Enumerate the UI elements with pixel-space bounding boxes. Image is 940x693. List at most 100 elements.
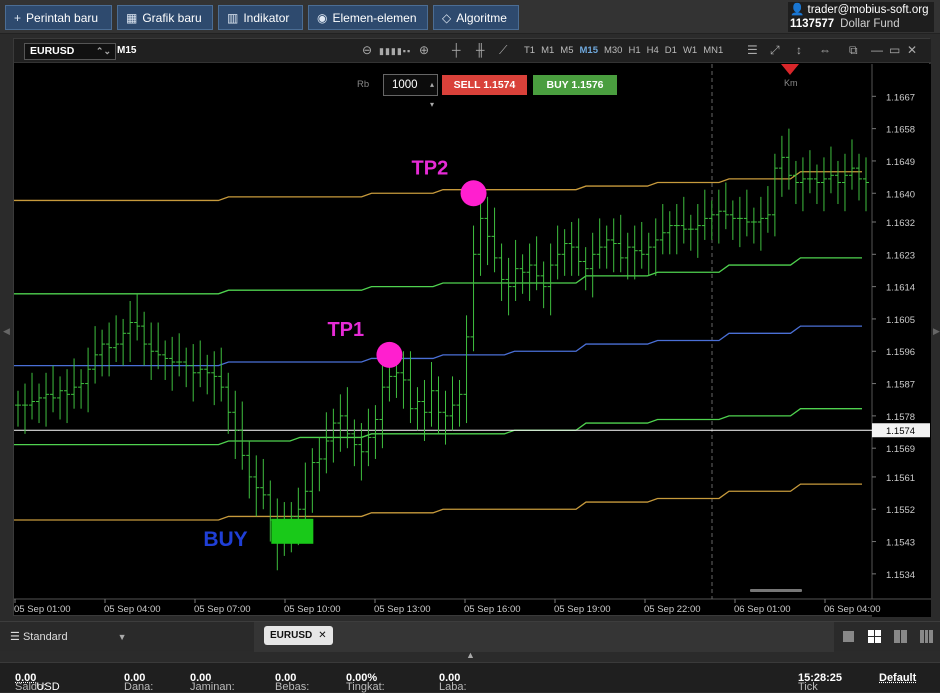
spinner-icon[interactable]: ▴ ▾ [430,75,434,115]
price-bar [148,323,154,380]
price-bar [141,312,147,366]
price-bar [197,340,203,387]
price-bar [50,366,56,413]
candle-chart-icon[interactable]: ╫ [476,43,485,57]
restore-icon[interactable]: ▭ [889,43,900,57]
account-info[interactable]: 👤 trader@mobius-soft.org 1137577 Dollar F… [788,2,934,32]
price-bar [744,190,750,237]
indicator-button[interactable]: ▥ Indikator [218,5,303,30]
new-order-button[interactable]: + Perintah baru [5,5,112,30]
price-bar [43,373,49,427]
price-bar [372,405,378,459]
close-tab-icon[interactable]: ✕ [318,630,326,641]
x-tick-label: 05 Sep 10:00 [284,604,341,615]
price-bar [800,157,806,211]
y-tick-label: 1.1561 [886,473,915,484]
symbol-select[interactable]: EURUSD ⌃⌄ [24,43,116,60]
close-icon[interactable]: ✕ [907,43,917,57]
price-bar [527,244,533,301]
chart-toolbar: EURUSD ⌃⌄ M15 ⊖ ▮▮▮▮▪▪ ⊕ ┼ ╫ ⟋ T1 M1 M5 M15 M… [14,39,931,63]
price-bar [583,247,589,290]
layout-columns-icon[interactable] [894,630,907,643]
zoom-in-icon[interactable]: ⊕ [419,43,429,57]
new-chart-button[interactable]: ▦ Grafik baru [117,5,213,30]
price-bar [513,240,519,301]
layout-grid-icon[interactable] [868,630,881,643]
indicator-icon: ▥ [227,11,238,25]
right-collapse-arrow[interactable]: ▶ [933,326,940,337]
price-bar [414,387,420,430]
price-bar [555,226,561,280]
timeframe-m5[interactable]: M5 [560,45,573,56]
zoom-out-icon[interactable]: ⊖ [362,43,372,57]
y-tick-label: 1.1640 [886,189,915,200]
price-chart[interactable]: 1.1667 1.1658 1.1649 1.1640 1.1632 1.1623 1.16… [14,64,931,617]
buy-button[interactable]: BUY 1.1576 [533,75,617,95]
price-bar [478,204,484,276]
price-bar [611,218,617,272]
tingkat-label: Tingkat: [346,681,385,693]
layout-select[interactable]: ☰ Standard ▼ [10,630,127,643]
horizontal-line-icon[interactable]: ⇔ [819,43,831,57]
tp2-annotation: TP2 [412,157,449,179]
price-bar [218,348,224,402]
price-bar [828,147,834,194]
bar-chart-icon[interactable]: ┼ [452,43,461,57]
zoom-slider[interactable]: ▮▮▮▮▪▪ [379,46,411,57]
dana-label: Dana: [124,681,153,693]
y-tick-label: 1.1587 [886,380,915,391]
algorithm-button[interactable]: ◇ Algoritme [433,5,519,30]
vertical-line-icon[interactable]: ↕ [796,43,802,57]
price-bar [379,366,385,449]
layout-rows-icon[interactable] [920,630,933,643]
timeframe-h1[interactable]: H1 [628,45,640,56]
y-tick-label: 1.1569 [886,444,915,455]
price-bar [435,376,441,433]
sell-button[interactable]: SELL 1.1574 [442,75,527,95]
timeframe-h4[interactable]: H4 [647,45,659,56]
chart-tabs: EURUSD ✕ [254,622,834,652]
timeframe-d1[interactable]: D1 [665,45,677,56]
elements-button[interactable]: ◉ Elemen-elemen [308,5,428,30]
tp2-marker [461,180,487,206]
detach-icon[interactable]: ⧉ [849,43,858,58]
draw-line-icon[interactable]: ⤢ [770,43,780,58]
timeframe-m15[interactable]: M15 [580,45,598,56]
price-bar [737,197,743,247]
price-bar [337,394,343,451]
timeframe-t1[interactable]: T1 [524,45,535,56]
price-bar [330,409,336,463]
line-chart-icon[interactable]: ⟋ [499,43,507,58]
price-bar [835,161,841,204]
timeframe-w1[interactable]: W1 [683,45,697,56]
timeframe-m30[interactable]: M30 [604,45,622,56]
level-line-orange-lower [14,484,862,520]
layout-single-icon[interactable] [842,630,855,643]
tick-label: Tick [798,681,818,693]
price-bar [709,200,715,239]
menu-icon: ☰ [10,631,20,643]
quantity-input[interactable]: 1000 ▴ ▾ [383,74,438,96]
default-button[interactable]: Default [879,672,916,684]
indicator-list-icon[interactable]: ☰ [747,43,758,57]
timeframe-m1[interactable]: M1 [541,45,554,56]
price-bar [57,376,63,419]
left-collapse-arrow[interactable]: ◀ [3,326,10,337]
minimize-icon[interactable]: — [871,43,883,57]
tab-eurusd[interactable]: EURUSD ✕ [264,626,333,645]
price-bar [702,190,708,240]
price-bar [625,233,631,280]
price-bar [492,208,498,273]
price-bar [92,326,98,383]
chevron-down-icon: ▼ [118,632,127,642]
price-bar [765,186,771,233]
price-bar [211,351,217,405]
tp1-annotation: TP1 [327,319,364,341]
timeframe-mn1[interactable]: MN1 [703,45,723,56]
user-icon: 👤 [790,4,804,16]
y-tick-label: 1.1658 [886,125,915,136]
x-tick-label: 05 Sep 13:00 [374,604,431,615]
y-tick-label: 1.1649 [886,157,915,168]
price-bar [358,423,364,480]
price-bar [464,315,470,423]
